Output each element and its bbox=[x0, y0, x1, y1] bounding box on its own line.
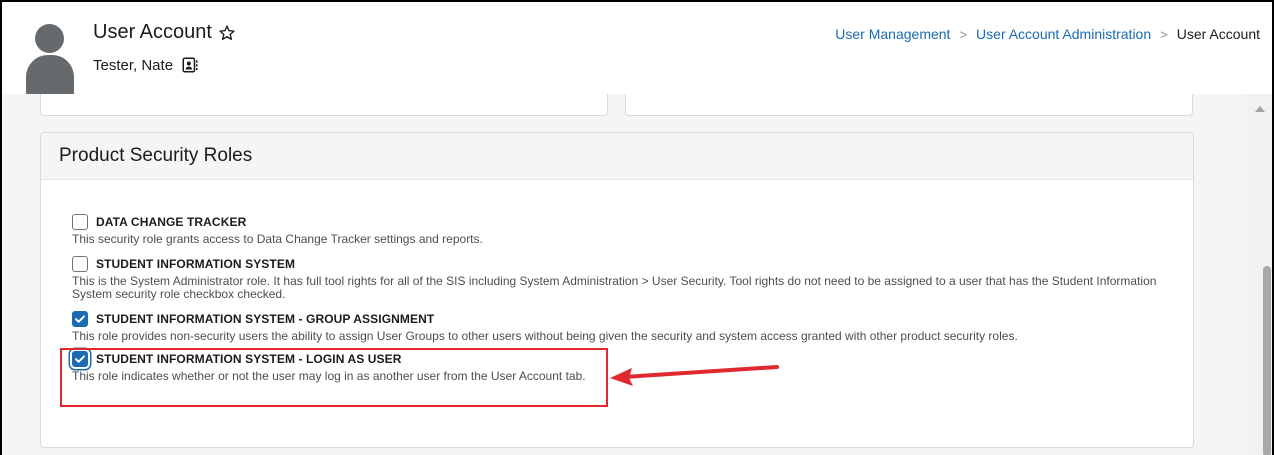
chevron-right-icon: > bbox=[1160, 26, 1168, 42]
avatar-head-shape bbox=[35, 24, 64, 53]
role-item: STUDENT INFORMATION SYSTEM - GROUP ASSIG… bbox=[72, 309, 1162, 343]
annotation-arrow-icon bbox=[610, 365, 779, 386]
role-item: DATA CHANGE TRACKER This security role g… bbox=[72, 212, 1162, 246]
panel-title: Product Security Roles bbox=[41, 133, 1193, 180]
role-label: DATA CHANGE TRACKER bbox=[96, 215, 247, 229]
role-checkbox-data-change-tracker[interactable] bbox=[72, 214, 88, 230]
star-icon[interactable] bbox=[218, 24, 236, 42]
scroll-up-arrow-icon[interactable] bbox=[1255, 106, 1265, 112]
page-header: User Account Tester, Nate User Managemen… bbox=[2, 2, 1272, 94]
page-title-row: User Account bbox=[93, 21, 236, 44]
contact-card-icon[interactable] bbox=[181, 56, 199, 74]
breadcrumb-link-user-management[interactable]: User Management bbox=[835, 26, 950, 42]
breadcrumb-current: User Account bbox=[1176, 26, 1260, 42]
role-label: STUDENT INFORMATION SYSTEM - GROUP ASSIG… bbox=[96, 312, 435, 326]
previous-card-left bbox=[40, 94, 608, 116]
checkmark-icon bbox=[75, 315, 85, 323]
app-window: User Account Tester, Nate User Managemen… bbox=[0, 0, 1274, 455]
scrollbar-thumb[interactable] bbox=[1263, 266, 1271, 455]
page-title: User Account bbox=[93, 21, 212, 43]
avatar bbox=[24, 18, 74, 94]
avatar-body-shape bbox=[26, 55, 74, 94]
person-name-row: Tester, Nate bbox=[93, 56, 199, 74]
role-item: STUDENT INFORMATION SYSTEM This is the S… bbox=[72, 254, 1162, 301]
role-description: This security role grants access to Data… bbox=[72, 232, 483, 246]
chevron-right-icon: > bbox=[959, 26, 968, 42]
person-name: Tester, Nate bbox=[93, 56, 174, 74]
breadcrumb: User Management > User Account Administr… bbox=[835, 26, 1260, 42]
annotation-highlight-box bbox=[60, 348, 608, 407]
breadcrumb-link-user-account-administration[interactable]: User Account Administration bbox=[976, 26, 1151, 42]
role-label: STUDENT INFORMATION SYSTEM bbox=[96, 257, 296, 271]
role-checkbox-group-assignment[interactable] bbox=[72, 311, 88, 327]
role-description: This is the System Administrator role. I… bbox=[72, 274, 1157, 301]
previous-card-right bbox=[625, 94, 1193, 116]
role-description: This role provides non-security users th… bbox=[72, 329, 1018, 343]
vertical-scrollbar[interactable] bbox=[1247, 94, 1272, 455]
role-checkbox-student-information-system[interactable] bbox=[72, 256, 88, 272]
